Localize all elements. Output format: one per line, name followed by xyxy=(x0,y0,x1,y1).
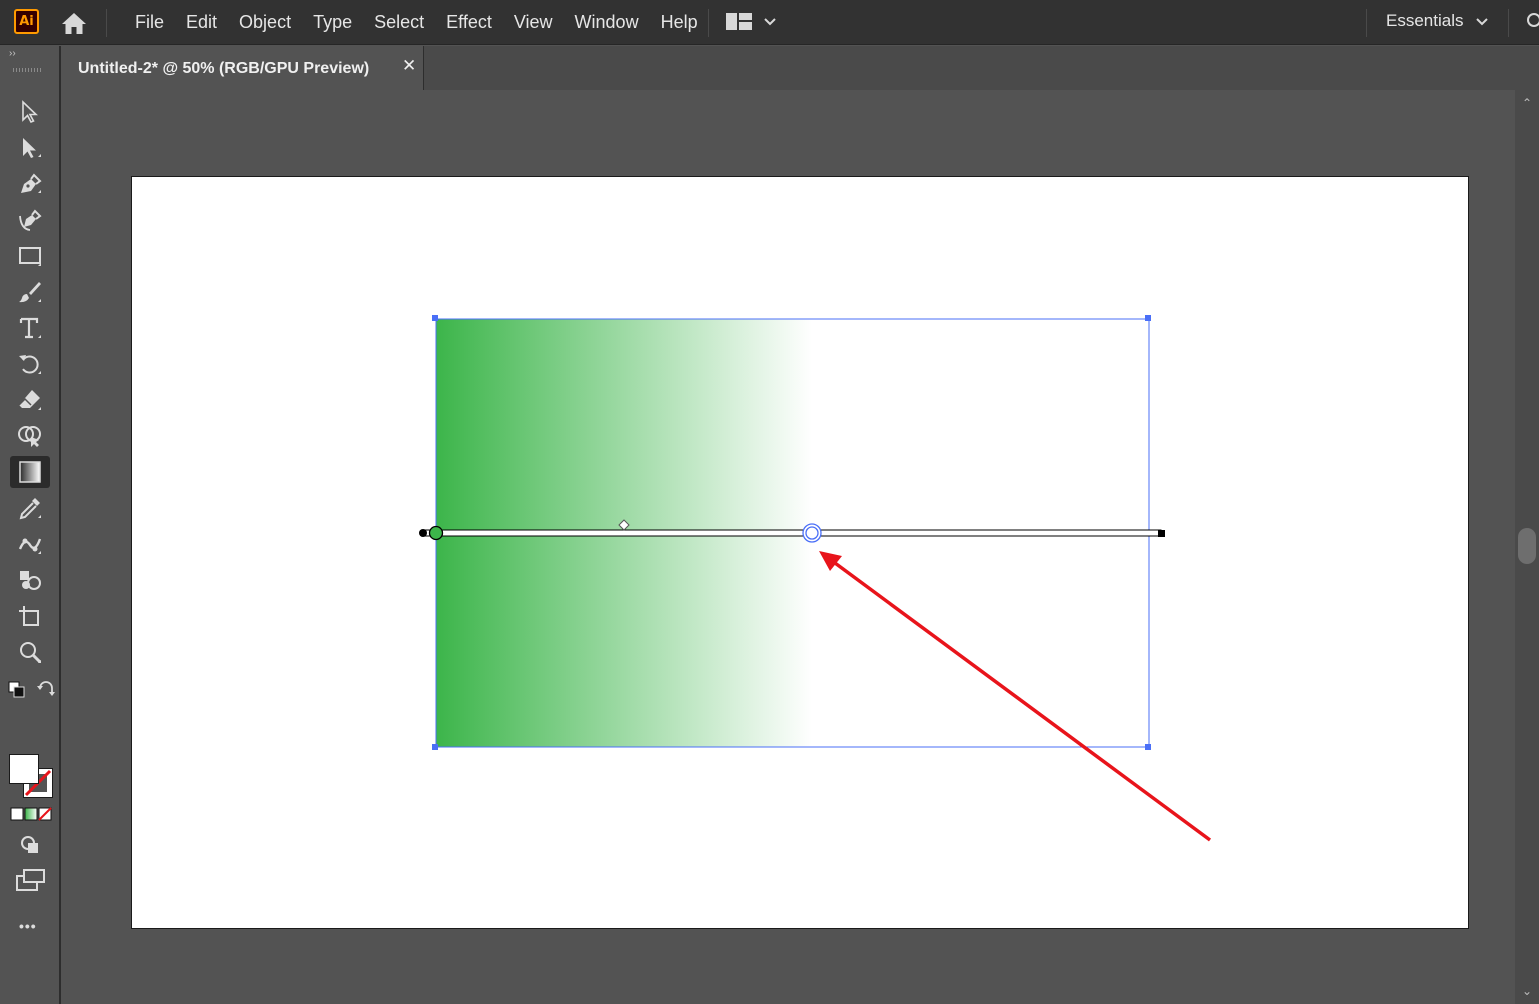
resize-handle-top-left[interactable] xyxy=(432,315,438,321)
gradient-stop-green[interactable] xyxy=(430,527,443,540)
scroll-down-icon[interactable]: ⌄ xyxy=(1522,984,1532,998)
search-icon xyxy=(1522,10,1539,34)
resize-handle-bottom-right[interactable] xyxy=(1145,744,1151,750)
scroll-up-icon[interactable]: ⌃ xyxy=(1522,96,1532,110)
fill-swatch[interactable] xyxy=(9,754,39,784)
scrollbar-thumb[interactable] xyxy=(1518,528,1536,564)
gradient-origin-point[interactable] xyxy=(419,529,427,537)
resize-handle-top-right[interactable] xyxy=(1145,315,1151,321)
gradient-stop-white[interactable] xyxy=(806,527,818,539)
gradient-end-point[interactable] xyxy=(1158,530,1165,537)
artwork-overlay xyxy=(0,0,1515,1004)
resize-handle-bottom-left[interactable] xyxy=(432,744,438,750)
gradient-slider-bar[interactable] xyxy=(423,530,1161,536)
search-button[interactable] xyxy=(1522,10,1539,34)
vertical-scrollbar[interactable]: ⌃ ⌄ xyxy=(1515,90,1539,1004)
